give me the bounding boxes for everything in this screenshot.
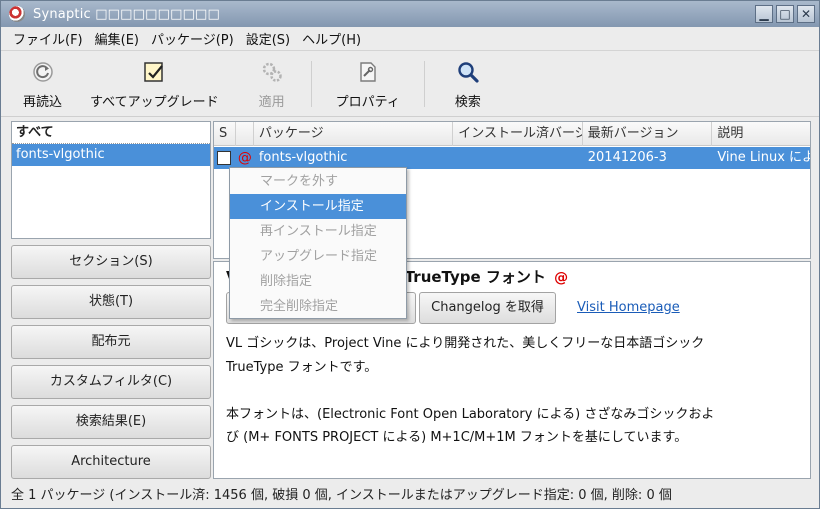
window-title: Synaptic □□□□□□□□□□ (33, 6, 221, 22)
search-results-button[interactable]: 検索結果(E) (11, 405, 211, 439)
synaptic-app-icon[interactable] (9, 6, 25, 22)
menu-item-mark-reinstall[interactable]: 再インストール指定 (230, 219, 406, 244)
reload-icon (30, 59, 56, 85)
column-latest-version[interactable]: 最新バージョン (583, 122, 713, 146)
menu-item-unmark[interactable]: マークを外す (230, 169, 406, 194)
installed-version-cell (453, 147, 583, 169)
maximize-button[interactable]: □ (776, 5, 794, 23)
filter-item-all[interactable]: すべて (12, 122, 210, 144)
menu-edit[interactable]: 編集(E) (89, 29, 145, 48)
changelog-button[interactable]: Changelog を取得 (419, 292, 556, 324)
package-description: VL ゴシックは、Project Vine により開発された、美しくフリーな日本… (226, 332, 796, 450)
search-button[interactable]: 検索 (425, 51, 511, 117)
upgrade-all-button[interactable]: すべてアップグレード (76, 51, 233, 117)
custom-filter-button[interactable]: カスタムフィルタ(C) (11, 365, 211, 399)
description-line: VL ゴシックは、Project Vine により開発された、美しくフリーな日本… (226, 336, 705, 351)
window-controls: ▁ □ ✕ (755, 5, 815, 23)
apply-label: 適用 (258, 94, 285, 110)
reload-button[interactable]: 再読込 (1, 51, 76, 117)
column-supported[interactable] (236, 122, 254, 146)
toolbar: 再読込 すべてアップグレード 適用 プロパティ 検索 (1, 51, 819, 117)
apply-button[interactable]: 適用 (233, 51, 311, 117)
latest-version-cell: 20141206-3 (587, 150, 667, 165)
package-context-menu: マークを外す インストール指定 再インストール指定 アップグレード指定 削除指定… (229, 167, 407, 319)
menu-help[interactable]: ヘルプ(H) (296, 29, 367, 48)
search-icon (455, 59, 481, 85)
column-description[interactable]: 説明 (712, 122, 810, 146)
upgrade-all-icon (141, 59, 167, 85)
close-button[interactable]: ✕ (797, 5, 815, 23)
table-row[interactable]: @ fonts-vlgothic 20141206-3 Vine Linux に… (214, 147, 810, 169)
status-button[interactable]: 状態(T) (11, 285, 211, 319)
architecture-button[interactable]: Architecture (11, 445, 211, 479)
gears-icon (259, 59, 285, 85)
menu-bar: ファイル(F) 編集(E) パッケージ(P) 設定(S) ヘルプ(H) (1, 27, 819, 51)
package-name-cell: fonts-vlgothic (258, 150, 348, 165)
description-line: 本フォントは、(Electronic Font Open Laboratory … (226, 406, 715, 422)
package-checkbox[interactable] (217, 151, 231, 165)
menu-settings[interactable]: 設定(S) (240, 29, 296, 48)
reload-label: 再読込 (23, 94, 63, 110)
column-status[interactable]: S (214, 122, 236, 146)
status-cell[interactable] (214, 147, 236, 169)
search-label: 検索 (454, 94, 481, 110)
table-header: S パッケージ インストール済バージョン 最新バージョン 説明 (214, 122, 810, 146)
filter-item-selected[interactable]: fonts-vlgothic (12, 144, 210, 166)
status-bar: 全 1 パッケージ (インストール済: 1456 個, 破損 0 個, インスト… (11, 488, 672, 503)
title-bar[interactable]: Synaptic □□□□□□□□□□ ▁ □ ✕ (1, 1, 819, 27)
menu-item-mark-remove[interactable]: 削除指定 (230, 269, 406, 294)
column-installed-version[interactable]: インストール済バージョン (453, 122, 583, 146)
upgrade-all-label: すべてアップグレード (90, 94, 219, 110)
sections-button[interactable]: セクション(S) (11, 245, 211, 279)
description-line: TrueType フォントです。 (226, 359, 378, 375)
menu-item-mark-upgrade[interactable]: アップグレード指定 (230, 244, 406, 269)
properties-button[interactable]: プロパティ (312, 51, 424, 117)
description-line: び (M+ FONTS PROJECT による) M+1C/M+1M フォントを… (226, 430, 688, 445)
synaptic-window: Synaptic □□□□□□□□□□ ▁ □ ✕ ファイル(F) 編集(E) … (0, 0, 820, 509)
visit-homepage-link[interactable]: Visit Homepage (577, 300, 680, 315)
minimize-button[interactable]: ▁ (755, 5, 773, 23)
menu-item-mark-install[interactable]: インストール指定 (230, 194, 406, 219)
description-blank-line (226, 379, 796, 403)
menu-package[interactable]: パッケージ(P) (145, 29, 240, 48)
description-cell: Vine Linux による (717, 150, 810, 165)
debian-icon: @ (554, 270, 569, 286)
properties-icon (355, 59, 381, 85)
column-package[interactable]: パッケージ (254, 122, 454, 146)
origin-button[interactable]: 配布元 (11, 325, 211, 359)
filter-list: すべて fonts-vlgothic (11, 121, 211, 239)
menu-file[interactable]: ファイル(F) (7, 29, 89, 48)
debian-icon: @ (237, 150, 252, 166)
menu-item-mark-purge[interactable]: 完全削除指定 (230, 294, 406, 319)
properties-label: プロパティ (335, 94, 400, 110)
